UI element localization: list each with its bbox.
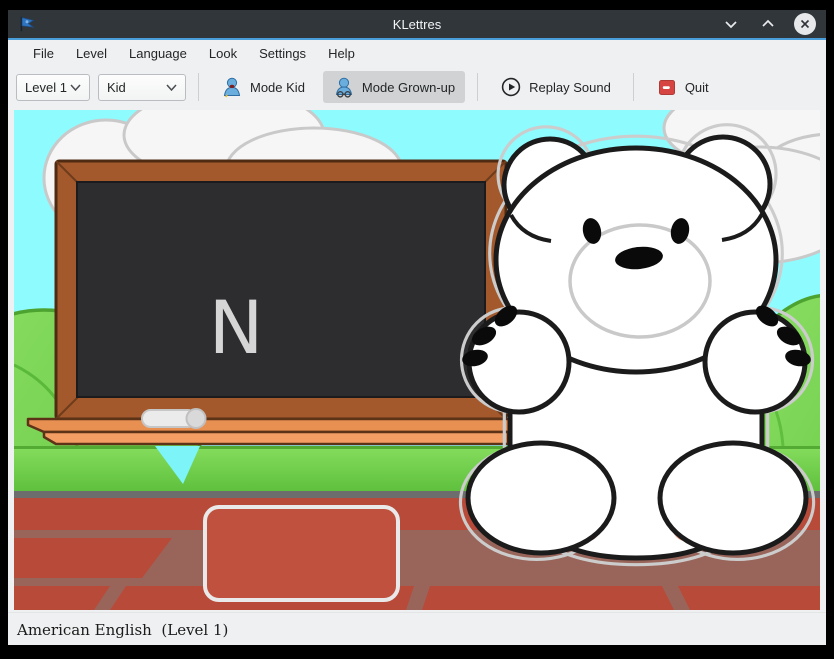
level-combobox[interactable]: Level 1 [16, 74, 90, 101]
menu-language[interactable]: Language [118, 46, 198, 61]
chevron-down-icon [70, 84, 81, 91]
mode-kid-button[interactable]: Mode Kid [211, 71, 315, 103]
main-toolbar: Level 1 Kid Mode Kid [8, 66, 826, 108]
status-text: American English (Level 1) [17, 621, 228, 639]
minimize-button[interactable] [720, 13, 742, 35]
mode-grownup-button[interactable]: Mode Grown-up [323, 71, 465, 103]
chevron-down-icon [724, 19, 738, 29]
quit-icon [656, 76, 678, 98]
play-circle-icon [500, 76, 522, 98]
menu-help[interactable]: Help [317, 46, 366, 61]
toolbar-separator [477, 73, 478, 101]
kid-theme-scene: N [14, 110, 820, 610]
window-controls [720, 10, 816, 38]
current-letter: N [209, 286, 264, 371]
kid-icon [221, 76, 243, 98]
maximize-button[interactable] [757, 13, 779, 35]
menu-bar: File Level Language Look Settings Help [8, 40, 826, 66]
bear-foot [468, 443, 614, 553]
title-bar: KLettres [8, 10, 826, 38]
blackboard: N [28, 161, 514, 444]
menu-level[interactable]: Level [65, 46, 118, 61]
quit-button[interactable]: Quit [646, 71, 719, 103]
klettres-window: KLettres File Level Langu [8, 10, 826, 645]
mode-kid-label: Mode Kid [250, 80, 305, 95]
level-combobox-value: Level 1 [25, 80, 67, 95]
letter-input[interactable] [203, 505, 400, 602]
menu-file[interactable]: File [22, 46, 65, 61]
chalk [142, 409, 206, 428]
replay-sound-button[interactable]: Replay Sound [490, 71, 621, 103]
window-title: KLettres [8, 17, 826, 32]
chalk-tray [28, 419, 514, 444]
replay-sound-label: Replay Sound [529, 80, 611, 95]
teddy-bear [460, 125, 813, 565]
toolbar-separator [633, 73, 634, 101]
close-button[interactable] [794, 13, 816, 35]
menu-look[interactable]: Look [198, 46, 248, 61]
mode-grownup-label: Mode Grown-up [362, 80, 455, 95]
bear-foot [660, 443, 806, 553]
chevron-down-icon [166, 84, 177, 91]
toolbar-separator [198, 73, 199, 101]
quit-label: Quit [685, 80, 709, 95]
menu-settings[interactable]: Settings [248, 46, 317, 61]
scene-area: N [8, 108, 826, 612]
grown-up-icon [333, 76, 355, 98]
status-bar: American English (Level 1) [8, 612, 826, 646]
theme-combobox-value: Kid [107, 80, 126, 95]
chevron-up-icon [761, 19, 775, 29]
close-icon [800, 19, 810, 29]
theme-combobox[interactable]: Kid [98, 74, 186, 101]
